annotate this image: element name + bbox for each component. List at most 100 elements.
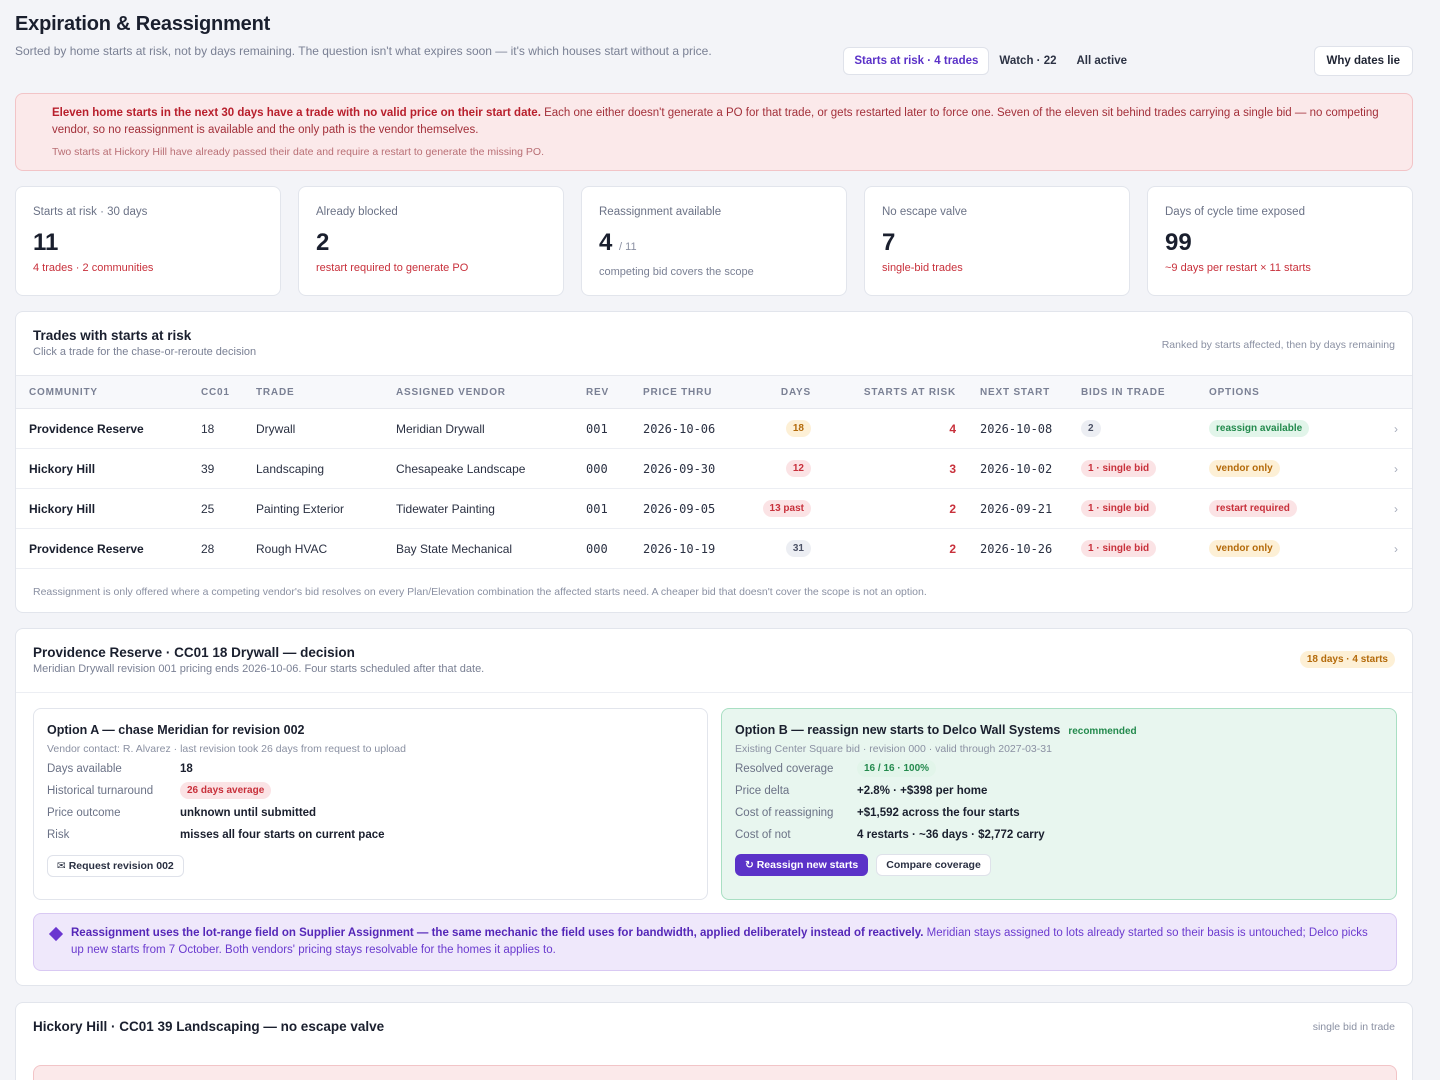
option-b-row: Resolved coverage 16 / 16 · 100% bbox=[735, 760, 1383, 777]
bids-pill: 2 bbox=[1081, 420, 1101, 437]
tab-starts-at-risk[interactable]: Starts at risk · 4 trades bbox=[843, 47, 990, 75]
cell-rev: 001 bbox=[586, 488, 643, 529]
days-pill: 12 bbox=[785, 460, 811, 477]
cell-trade: Painting Exterior bbox=[256, 488, 396, 529]
coverage-pill: 16 / 16 · 100% bbox=[857, 760, 937, 777]
col-chevron bbox=[1359, 375, 1412, 409]
cell-trade: Rough HVAC bbox=[256, 528, 396, 569]
cell-starts-at-risk: 4 bbox=[823, 408, 968, 449]
chevron-right-icon[interactable]: › bbox=[1359, 448, 1412, 489]
table-row[interactable]: Hickory Hill 39 Landscaping Chesapeake Land… bbox=[16, 448, 1412, 489]
kpi-starts-at-risk: Starts at risk · 30 days 11 4 trades · 2… bbox=[15, 186, 281, 296]
cell-cc01: 25 bbox=[201, 488, 256, 529]
cell-bids: 1 · single bid bbox=[1081, 528, 1209, 569]
cell-rev: 001 bbox=[586, 408, 643, 449]
col-vendor[interactable]: ASSIGNED VENDOR bbox=[396, 375, 586, 409]
kpi-value-suffix: / 11 bbox=[619, 241, 637, 253]
page-header: Expiration & Reassignment Sorted by home… bbox=[15, 0, 1413, 86]
option-b-row: Cost of not 4 restarts · ~36 days · $2,77… bbox=[735, 828, 1045, 841]
cell-days: 13 past bbox=[753, 488, 823, 529]
bids-pill: 1 · single bid bbox=[1081, 500, 1157, 517]
hickory-alert bbox=[33, 1065, 1397, 1080]
option-a-row: Price outcome unknown until submitted bbox=[47, 806, 317, 819]
hickory-note: single bid in trade bbox=[1312, 1021, 1395, 1033]
request-revision-button[interactable]: ✉ Request revision 002 bbox=[47, 855, 184, 877]
days-pill: 31 bbox=[785, 540, 811, 557]
option-pill: vendor only bbox=[1209, 460, 1280, 477]
col-rev[interactable]: REV bbox=[586, 375, 643, 409]
kpi-note: 4 trades · 2 communities bbox=[33, 262, 154, 274]
alert-footnote: Two starts at Hickory Hill have already … bbox=[52, 146, 544, 158]
cell-community: Hickory Hill bbox=[16, 488, 201, 529]
cell-trade: Drywall bbox=[256, 408, 396, 449]
compare-coverage-button[interactable]: Compare coverage bbox=[876, 854, 991, 876]
reassign-new-starts-button[interactable]: ↻ Reassign new starts bbox=[735, 854, 869, 876]
turnaround-pill: 26 days average bbox=[180, 782, 272, 799]
tab-watch[interactable]: Watch · 22 bbox=[989, 47, 1066, 75]
chevron-right-icon[interactable]: › bbox=[1359, 488, 1412, 529]
col-options[interactable]: OPTIONS bbox=[1209, 375, 1359, 409]
why-dates-lie-button[interactable]: Why dates lie bbox=[1313, 46, 1413, 76]
kpi-label: Starts at risk · 30 days bbox=[33, 206, 148, 218]
kpi-value: 7 bbox=[882, 229, 896, 256]
option-b-meta: Existing Center Square bid · revision 00… bbox=[735, 743, 1052, 755]
option-a-row: Risk misses all four starts on current pa… bbox=[47, 828, 385, 841]
decision-card: Providence Reserve · CC01 18 Drywall — d… bbox=[15, 628, 1413, 986]
kpi-note: single-bid trades bbox=[882, 262, 963, 274]
table-row[interactable]: Hickory Hill 25 Painting Exterior Tidewater… bbox=[16, 488, 1412, 529]
cell-next-start: 2026-09-21 bbox=[968, 488, 1081, 529]
col-price-thru[interactable]: PRICE THRU bbox=[643, 375, 753, 409]
kpi-value: 99 bbox=[1165, 229, 1192, 256]
cell-vendor: Chesapeake Landscape bbox=[396, 448, 586, 489]
decision-badge: 18 days · 4 starts bbox=[1299, 651, 1395, 668]
option-b-row: Price delta +2.8% · +$398 per home bbox=[735, 784, 988, 797]
cell-price-thru: 2026-09-30 bbox=[643, 448, 753, 489]
cell-price-thru: 2026-09-05 bbox=[643, 488, 753, 529]
option-a-row: Historical turnaround 26 days average bbox=[47, 782, 694, 799]
cell-options: vendor only bbox=[1209, 448, 1359, 489]
kpi-note: ~9 days per restart × 11 starts bbox=[1165, 262, 1311, 274]
cell-bids: 1 · single bid bbox=[1081, 448, 1209, 489]
option-b-panel: Option B — reassign new starts to Delco … bbox=[721, 708, 1397, 900]
option-pill: restart required bbox=[1209, 500, 1297, 517]
trades-table-body: Providence Reserve 18 Drywall Meridian Dryw… bbox=[16, 408, 1412, 569]
rank-note: Ranked by starts affected, then by days … bbox=[1161, 339, 1395, 351]
cell-next-start: 2026-10-26 bbox=[968, 528, 1081, 569]
cell-cc01: 18 bbox=[201, 408, 256, 449]
table-row[interactable]: Providence Reserve 18 Drywall Meridian Dryw… bbox=[16, 408, 1412, 449]
col-trade[interactable]: TRADE bbox=[256, 375, 396, 409]
hickory-title: Hickory Hill · CC01 39 Landscaping — no … bbox=[33, 1019, 385, 1034]
table-row[interactable]: Providence Reserve 28 Rough HVAC Bay State … bbox=[16, 528, 1412, 569]
col-community[interactable]: COMMUNITY bbox=[16, 375, 201, 409]
col-starts-at-risk[interactable]: STARTS AT RISK bbox=[823, 375, 968, 409]
cell-starts-at-risk: 2 bbox=[823, 488, 968, 529]
tab-all-active[interactable]: All active bbox=[1067, 47, 1138, 75]
col-next-start[interactable]: NEXT START bbox=[968, 375, 1081, 409]
kpi-value: 2 bbox=[316, 229, 330, 256]
col-cc01[interactable]: CC01 bbox=[201, 375, 256, 409]
alert-message: Eleven home starts in the next 30 days h… bbox=[52, 105, 1396, 139]
decision-title: Providence Reserve · CC01 18 Drywall — d… bbox=[33, 645, 355, 660]
option-a-row: Days available 18 bbox=[47, 762, 193, 775]
option-b-title: Option B — reassign new starts to Delco … bbox=[735, 723, 1137, 737]
cell-cc01: 28 bbox=[201, 528, 256, 569]
option-pill: reassign available bbox=[1209, 420, 1310, 437]
trades-at-risk-card: Trades with starts at risk Click a trade… bbox=[15, 311, 1413, 613]
cell-days: 18 bbox=[753, 408, 823, 449]
cell-starts-at-risk: 3 bbox=[823, 448, 968, 489]
cell-community: Providence Reserve bbox=[16, 528, 201, 569]
chevron-right-icon[interactable]: › bbox=[1359, 528, 1412, 569]
cell-options: restart required bbox=[1209, 488, 1359, 529]
view-tabs: Starts at risk · 4 trades Watch · 22 All… bbox=[843, 47, 1137, 75]
days-pill: 13 past bbox=[762, 500, 811, 517]
decision-subtitle: Meridian Drywall revision 001 pricing en… bbox=[33, 663, 485, 675]
trades-footnote: Reassignment is only offered where a com… bbox=[33, 586, 927, 598]
kpi-no-escape-valve: No escape valve 7 single-bid trades bbox=[864, 186, 1130, 296]
col-days[interactable]: DAYS bbox=[753, 375, 823, 409]
cell-vendor: Meridian Drywall bbox=[396, 408, 586, 449]
cell-options: vendor only bbox=[1209, 528, 1359, 569]
col-bids[interactable]: BIDS IN TRADE bbox=[1081, 375, 1209, 409]
cell-rev: 000 bbox=[586, 528, 643, 569]
option-b-row: Cost of reassigning +$1,592 across the fo… bbox=[735, 806, 1020, 819]
chevron-right-icon[interactable]: › bbox=[1359, 408, 1412, 449]
